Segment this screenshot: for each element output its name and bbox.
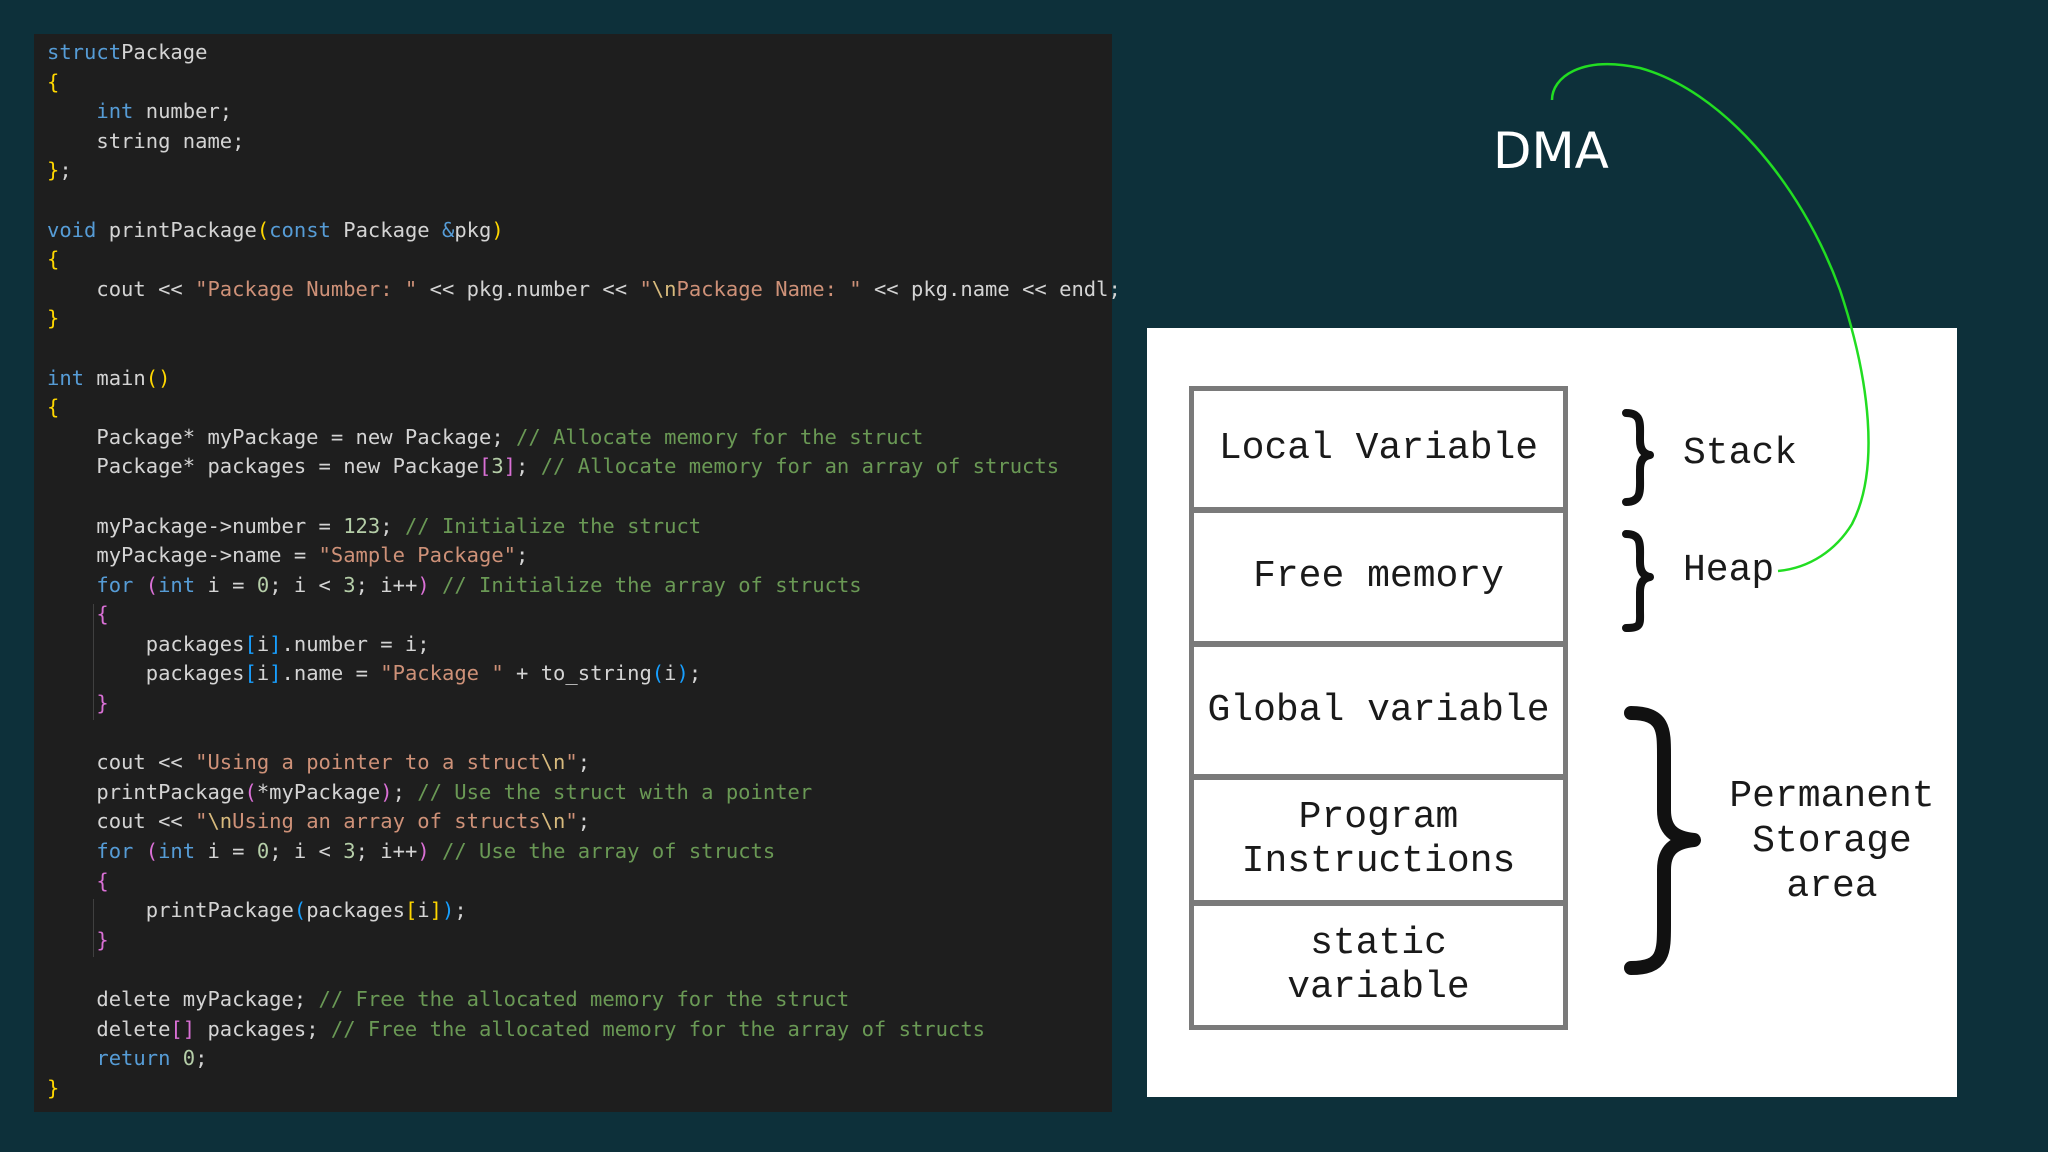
- diagram-overlay: [1550, 63, 1870, 975]
- heap-brace-icon: [1622, 530, 1654, 632]
- stack-brace-icon: [1622, 409, 1654, 506]
- permanent-brace-icon: [1624, 706, 1701, 975]
- dma-arrow-icon: [1550, 63, 1870, 573]
